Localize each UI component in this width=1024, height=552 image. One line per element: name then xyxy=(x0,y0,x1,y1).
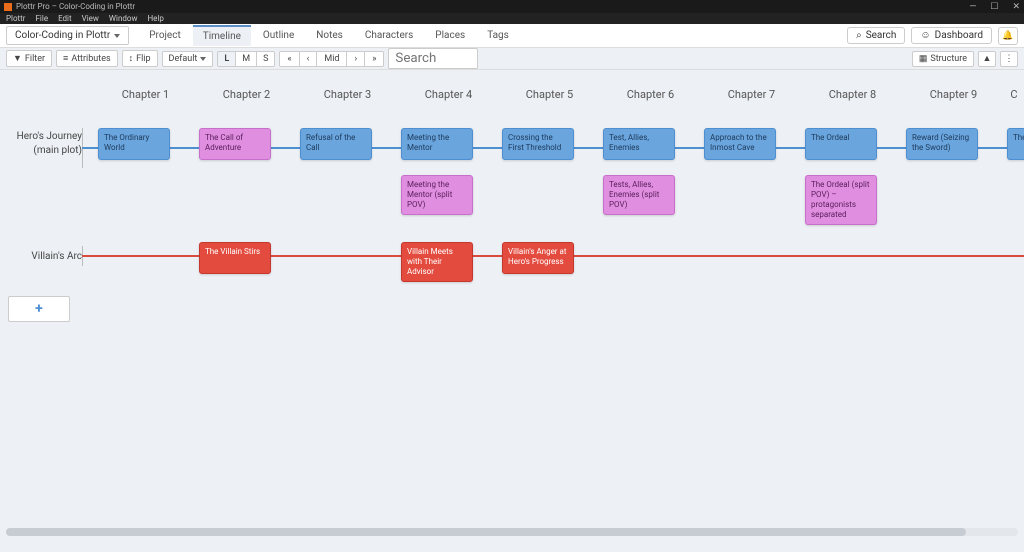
scene-card[interactable]: Approach to the Inmost Cave xyxy=(704,128,776,160)
app-icon xyxy=(4,3,12,11)
chapter-header-row: Chapter 1 Chapter 2 Chapter 3 Chapter 4 … xyxy=(0,88,1024,101)
scene-card[interactable]: Tests, Allies, Enemies (split POV) xyxy=(603,175,675,215)
menu-view[interactable]: View xyxy=(82,14,99,23)
timeline-toolbar: ▼ Filter ≡ Attributes ↕ Flip Default L M… xyxy=(0,48,1024,70)
tab-outline[interactable]: Outline xyxy=(253,26,304,45)
filter-button[interactable]: ▼ Filter xyxy=(6,50,52,67)
plus-icon: + xyxy=(35,301,43,317)
scene-card[interactable]: Meeting the Mentor (split POV) xyxy=(401,175,473,215)
dashboard-button[interactable]: ☺ Dashboard xyxy=(911,27,992,44)
menu-plottr[interactable]: Plottr xyxy=(6,14,26,23)
dashboard-label: Dashboard xyxy=(935,30,983,41)
scene-card[interactable]: The Ordeal (split POV) – protagonists se… xyxy=(805,175,877,225)
scene-card[interactable]: The Ordeal xyxy=(805,128,877,160)
zoom-large[interactable]: L xyxy=(218,52,236,66)
menu-window[interactable]: Window xyxy=(109,14,138,23)
notifications-button[interactable]: 🔔 xyxy=(998,27,1018,45)
search-label: Search xyxy=(866,30,897,41)
chapter-header[interactable]: Chapter 2 xyxy=(196,88,297,101)
structure-button[interactable]: ▦ Structure xyxy=(912,51,974,67)
scene-card[interactable]: Refusal of the Call xyxy=(300,128,372,160)
pager-nav: « ‹ Mid › » xyxy=(279,51,384,67)
plotline-label-hero[interactable]: Hero's Journey (main plot) xyxy=(0,130,82,157)
attributes-label: Attributes xyxy=(71,54,110,64)
flip-button[interactable]: ↕ Flip xyxy=(122,50,158,67)
filter-label: Filter xyxy=(25,54,45,64)
tab-characters[interactable]: Characters xyxy=(355,26,423,45)
chevron-down-icon xyxy=(200,57,206,61)
timeline-canvas[interactable]: Chapter 1 Chapter 2 Chapter 3 Chapter 4 … xyxy=(0,70,1024,540)
chapter-header[interactable]: Chapter 1 xyxy=(95,88,196,101)
chevron-down-icon xyxy=(114,34,120,38)
search-button[interactable]: ⌕ Search xyxy=(847,27,905,44)
nav-next[interactable]: › xyxy=(347,52,365,66)
scene-card[interactable]: The xyxy=(1007,128,1024,160)
list-icon: ≡ xyxy=(63,53,68,64)
default-dropdown[interactable]: Default xyxy=(162,51,214,67)
zoom-medium[interactable]: M xyxy=(236,52,257,66)
more-button[interactable]: ⋮ xyxy=(1000,51,1018,67)
scene-card[interactable]: Villain Meets with Their Advisor xyxy=(401,242,473,282)
person-icon: ☺ xyxy=(920,30,930,41)
scene-card[interactable]: Villain's Anger at Hero's Progress xyxy=(502,242,574,274)
chapter-header[interactable]: Chapter 9 xyxy=(903,88,1004,101)
user-icon: ▲ xyxy=(983,53,992,64)
kebab-icon: ⋮ xyxy=(1005,54,1014,64)
nav-mid[interactable]: Mid xyxy=(317,52,347,66)
account-button[interactable]: ▲ xyxy=(978,51,996,67)
toolbar-search-input[interactable] xyxy=(388,48,478,69)
zoom-small[interactable]: S xyxy=(257,52,274,66)
project-dropdown[interactable]: Color-Coding in Plottr xyxy=(6,26,129,45)
scene-card[interactable]: Meeting the Mentor xyxy=(401,128,473,160)
flip-icon: ↕ xyxy=(129,53,134,64)
top-nav: Color-Coding in Plottr Project Timeline … xyxy=(0,24,1024,48)
maximize-icon[interactable]: ☐ xyxy=(990,2,998,12)
default-label: Default xyxy=(169,54,198,64)
zoom-toggle: L M S xyxy=(217,51,275,67)
menu-file[interactable]: File xyxy=(36,14,49,23)
nav-first[interactable]: « xyxy=(280,52,299,66)
filter-icon: ▼ xyxy=(13,53,22,64)
window-title: Plottr Pro – Color-Coding in Plottr xyxy=(16,2,135,11)
chapter-header[interactable]: Chapter 3 xyxy=(297,88,398,101)
nav-last[interactable]: » xyxy=(365,52,383,66)
scene-card[interactable]: Test, Allies, Enemies xyxy=(603,128,675,160)
attributes-button[interactable]: ≡ Attributes xyxy=(56,50,118,67)
scene-card[interactable]: The Call of Adventure xyxy=(199,128,271,160)
tab-timeline[interactable]: Timeline xyxy=(193,25,251,46)
structure-label: Structure xyxy=(930,54,967,64)
chapter-header[interactable]: Chapter 4 xyxy=(398,88,499,101)
tab-places[interactable]: Places xyxy=(425,26,475,45)
bell-icon: 🔔 xyxy=(1002,31,1013,41)
chapter-header[interactable]: Chapter 7 xyxy=(701,88,802,101)
scrollbar-thumb[interactable] xyxy=(6,528,966,536)
chapter-header[interactable]: C xyxy=(1004,88,1024,101)
tab-notes[interactable]: Notes xyxy=(306,26,353,45)
flip-label: Flip xyxy=(136,54,150,64)
horizontal-scrollbar[interactable] xyxy=(6,528,1018,536)
tab-tags[interactable]: Tags xyxy=(477,26,519,45)
nav-prev[interactable]: ‹ xyxy=(300,52,318,66)
plotline-label-villain[interactable]: Villain's Arc xyxy=(0,250,82,264)
scene-card[interactable]: The Ordinary World xyxy=(98,128,170,160)
close-icon[interactable]: ✕ xyxy=(1012,2,1020,12)
chapter-header[interactable]: Chapter 6 xyxy=(600,88,701,101)
window-titlebar: Plottr Pro – Color-Coding in Plottr — ☐ … xyxy=(0,0,1024,13)
structure-icon: ▦ xyxy=(919,54,928,64)
menu-help[interactable]: Help xyxy=(147,14,163,23)
app-menubar: Plottr File Edit View Window Help xyxy=(0,13,1024,24)
tab-project[interactable]: Project xyxy=(139,26,191,45)
project-dropdown-label: Color-Coding in Plottr xyxy=(15,30,110,41)
add-plotline-button[interactable]: + xyxy=(8,296,70,322)
scene-card[interactable]: Crossing the First Threshold xyxy=(502,128,574,160)
scene-card[interactable]: The Villain Stirs xyxy=(199,242,271,274)
scene-card[interactable]: Reward (Seizing the Sword) xyxy=(906,128,978,160)
minimize-icon[interactable]: — xyxy=(969,2,976,12)
chapter-header[interactable]: Chapter 5 xyxy=(499,88,600,101)
menu-edit[interactable]: Edit xyxy=(58,14,72,23)
chapter-header[interactable]: Chapter 8 xyxy=(802,88,903,101)
search-icon: ⌕ xyxy=(856,30,862,41)
